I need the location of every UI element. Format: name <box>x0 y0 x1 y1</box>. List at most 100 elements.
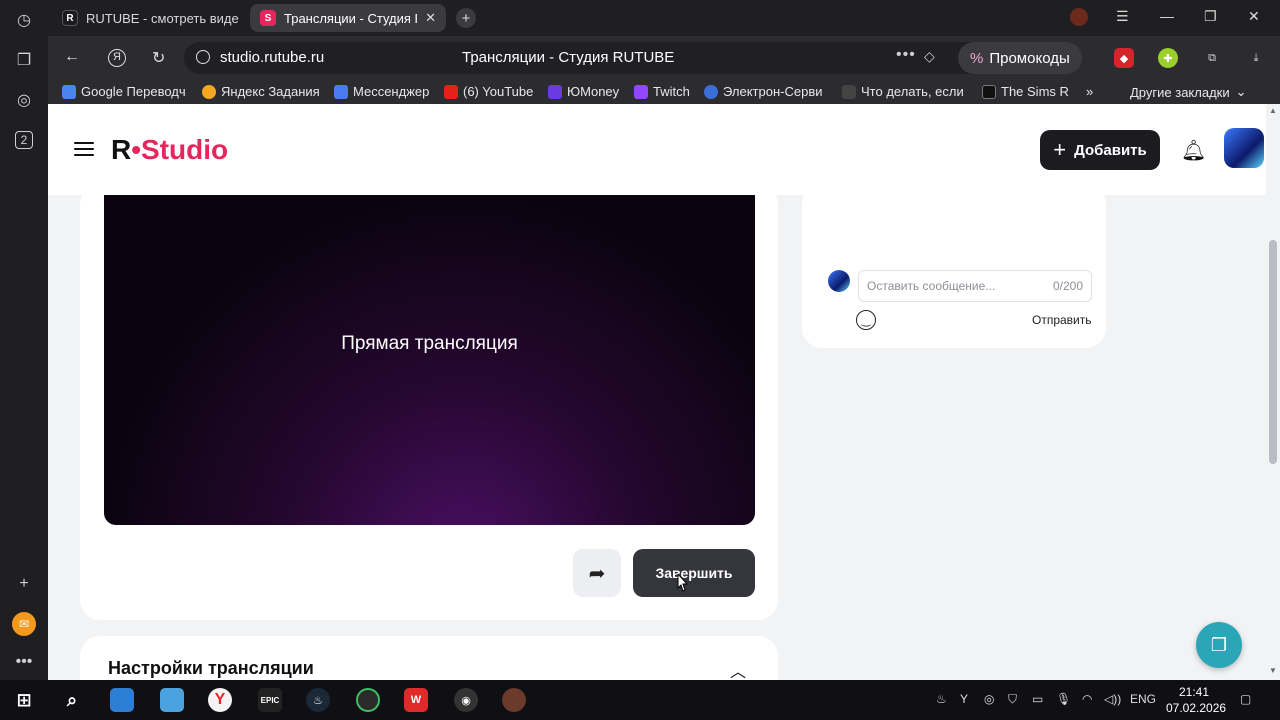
app-tray-icon[interactable]: ◎ <box>984 692 994 706</box>
promo-button[interactable]: % Промокоды <box>958 42 1082 74</box>
send-button[interactable]: Отправить <box>1032 313 1092 327</box>
help-chat-button[interactable]: ❐ <box>1196 622 1242 668</box>
emoji-icon[interactable]: ‿ <box>856 310 876 330</box>
page-title-text: Трансляции - Студия RUTUBE <box>462 49 675 66</box>
chat-input-box[interactable]: 0/200 <box>858 270 1092 302</box>
language-indicator[interactable]: ENG <box>1130 692 1156 706</box>
clock[interactable]: 21:41 07.02.2026 <box>1166 684 1226 716</box>
other-bookmarks[interactable]: Другие закладки ⌄ <box>1130 84 1247 100</box>
bookmark-label: (6) YouTube <box>463 84 534 99</box>
profile-icon[interactable] <box>1070 8 1088 26</box>
promo-label: Промокоды <box>989 49 1070 67</box>
extension-game-icon[interactable]: ✚ <box>1158 48 1178 68</box>
obs-icon[interactable]: ◉ <box>454 688 478 712</box>
reload-icon[interactable]: ↻ <box>152 48 165 68</box>
wps-icon[interactable]: W <box>404 688 428 712</box>
defender-tray-icon[interactable]: ⛉ <box>1008 692 1017 707</box>
tab-studio[interactable]: S Трансляции - Студия R ✕ <box>250 4 446 32</box>
chat-message-input[interactable] <box>867 271 1037 301</box>
bookmarks-overflow-icon[interactable]: » <box>1086 84 1093 99</box>
game-icon[interactable] <box>502 688 526 712</box>
menu-icon[interactable]: ☰ <box>1116 8 1129 25</box>
workspace-badge[interactable]: 2 <box>12 128 36 152</box>
studio-logo[interactable]: R•Studio <box>111 134 228 166</box>
bookmarks-bar: Google Переводч Яндекс Задания Мессендже… <box>48 80 1280 104</box>
close-tab-icon[interactable]: ✕ <box>425 10 436 26</box>
app-circle-icon[interactable] <box>356 688 380 712</box>
mail-icon[interactable]: ✉ <box>12 612 36 636</box>
twitch-icon <box>634 84 648 99</box>
url-text: studio.rutube.ru <box>220 49 325 66</box>
bookmark-item[interactable]: Google Переводч <box>62 84 190 99</box>
yandex-tray-icon[interactable]: Y <box>960 692 968 706</box>
bookmark-item[interactable]: Twitch <box>634 84 694 99</box>
bookmark-item[interactable]: Электрон-Серви <box>704 84 828 99</box>
hamburger-menu-icon[interactable] <box>74 142 94 156</box>
scroll-down-icon[interactable]: ▼ <box>1269 666 1277 675</box>
bookmark-item[interactable]: (6) YouTube <box>444 84 536 99</box>
scroll-thumb[interactable] <box>1269 240 1277 464</box>
electron-service-icon <box>704 84 718 99</box>
bookmark-label: Мессенджер <box>353 84 430 99</box>
yandex-browser-icon[interactable]: Y <box>208 688 232 712</box>
yandex-tasks-icon <box>202 84 216 99</box>
stream-settings-section[interactable]: Настройки трансляции ︿ <box>80 636 778 680</box>
stream-player[interactable]: Прямая трансляция <box>104 195 755 525</box>
tab-rutube[interactable]: R RUTUBE - смотреть виде <box>52 4 242 32</box>
bookmark-label: Google Переводч <box>81 84 186 99</box>
new-tab-button[interactable]: + <box>456 8 476 28</box>
bookmark-item[interactable]: Что делать, если <box>842 84 968 99</box>
clock-time: 21:41 <box>1178 685 1210 699</box>
screenshot-icon[interactable]: ◎ <box>12 88 36 112</box>
restore-icon[interactable]: ❐ <box>1204 8 1217 25</box>
volume-icon[interactable]: ◁)) <box>1104 692 1121 706</box>
bookmark-item[interactable]: Мессенджер <box>334 84 434 99</box>
minimize-icon[interactable]: — <box>1160 8 1174 24</box>
plus-icon: + <box>1053 137 1067 162</box>
downloads-icon[interactable]: ⤓ <box>1246 48 1266 68</box>
bookmark-item[interactable]: The Sims R <box>982 84 1076 99</box>
google-translate-icon <box>62 84 76 99</box>
history-icon[interactable]: ◷ <box>12 8 36 32</box>
steam-icon[interactable]: ♨ <box>306 688 330 712</box>
add-panel-icon[interactable]: + <box>12 572 36 596</box>
share-button[interactable]: ➦ <box>573 549 621 597</box>
windows-start-icon[interactable]: ⊞ <box>12 688 36 712</box>
add-button[interactable]: + Добавить <box>1040 130 1160 170</box>
steam-tray-icon[interactable]: ♨ <box>936 692 947 706</box>
page-scrollbar[interactable]: ▲ ▼ <box>1266 104 1280 680</box>
tab-strip: R RUTUBE - смотреть виде S Трансляции - … <box>48 0 1280 36</box>
epic-games-icon[interactable]: EPIC <box>258 688 282 712</box>
site-info-icon[interactable] <box>196 50 210 64</box>
address-bar[interactable]: studio.rutube.ru Трансляции - Студия RUT… <box>184 42 998 74</box>
back-icon[interactable]: ← <box>64 48 80 66</box>
extensions-icon[interactable]: ⧉ <box>1202 48 1222 68</box>
address-toolbar: ← Я ↻ studio.rutube.ru Трансляции - Студ… <box>48 36 1280 80</box>
profile-avatar[interactable] <box>1224 128 1264 168</box>
more-icon[interactable]: ••• <box>12 650 36 674</box>
notifications-bell-icon[interactable]: 🔔︎ <box>1181 138 1206 163</box>
bookmark-label: The Sims R <box>1001 84 1069 99</box>
bookmark-label: Яндекс Задания <box>221 84 320 99</box>
chevron-up-icon[interactable]: ︿ <box>730 658 746 680</box>
studio-header: R•Studio + Добавить 🔔︎ <box>48 104 1266 195</box>
end-stream-button[interactable]: Завершить <box>633 549 755 597</box>
more-options-icon[interactable]: ••• <box>896 46 916 64</box>
chat-bubbles-icon: ❐ <box>1210 634 1228 655</box>
user-avatar <box>828 270 850 292</box>
battery-tray-icon[interactable]: ▭ <box>1032 692 1043 706</box>
scroll-up-icon[interactable]: ▲ <box>1269 106 1277 115</box>
microphone-tray-icon[interactable]: 🎙︎ <box>1056 692 1071 706</box>
extension-shield-icon[interactable]: ◆ <box>1114 48 1134 68</box>
notifications-icon[interactable]: ▢ <box>1240 692 1251 706</box>
close-window-icon[interactable]: ✕ <box>1248 8 1260 25</box>
collections-icon[interactable]: ❐ <box>12 48 36 72</box>
yandex-icon[interactable]: Я <box>108 49 126 67</box>
files-icon[interactable] <box>160 688 184 712</box>
app-icon[interactable] <box>110 688 134 712</box>
bookmark-item[interactable]: Яндекс Задания <box>202 84 322 99</box>
bookmark-item[interactable]: ЮMoney <box>548 84 624 99</box>
wifi-icon[interactable]: ◠ <box>1082 692 1092 706</box>
bookmark-icon[interactable]: ◇ <box>924 48 935 65</box>
search-icon[interactable]: ⌕ <box>60 688 84 712</box>
